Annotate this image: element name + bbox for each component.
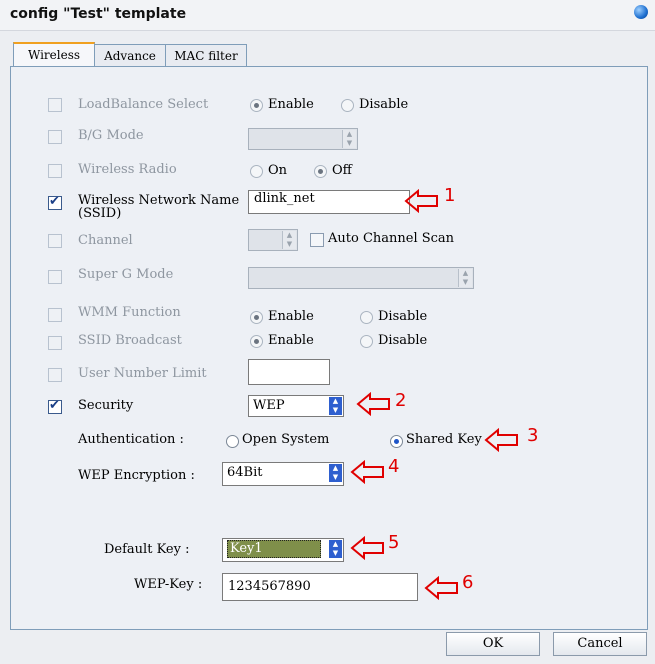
- ssid-broadcast-checkbox[interactable]: [48, 336, 62, 350]
- wep-encryption-select-value: 64Bit: [227, 465, 263, 480]
- security-checkbox[interactable]: [48, 398, 62, 414]
- load-balance-disable-radio[interactable]: [341, 99, 354, 112]
- wmm-label: WMM Function: [78, 305, 181, 320]
- wmm-checkbox[interactable]: [48, 308, 62, 322]
- security-select[interactable]: WEP ▲ ▼: [248, 395, 344, 417]
- annotation-arrow-5-icon: [350, 536, 384, 560]
- authentication-label: Authentication :: [78, 432, 184, 447]
- annotation-number-6: 6: [462, 572, 474, 593]
- wireless-radio-off-label: Off: [332, 163, 352, 178]
- ssid-broadcast-enable-radio[interactable]: [250, 335, 263, 348]
- wmm-disable-label: Disable: [378, 309, 428, 324]
- bg-mode-select-arrow-icon: ▲ ▼: [342, 130, 356, 148]
- window-title: config "Test" template: [10, 6, 187, 22]
- default-key-select[interactable]: Key1 ▲ ▼: [222, 538, 344, 562]
- wmm-disable-radio[interactable]: [360, 311, 373, 324]
- annotation-number-4: 4: [388, 456, 400, 477]
- annotation-arrow-2-icon: [356, 392, 390, 416]
- ssid-broadcast-enable-label: Enable: [268, 333, 314, 348]
- wireless-radio-on-label: On: [268, 163, 288, 178]
- wep-key-label: WEP-Key :: [134, 577, 203, 592]
- bg-mode-select[interactable]: ▲ ▼: [248, 128, 358, 150]
- globe-icon[interactable]: [634, 5, 648, 19]
- annotation-arrow-6-icon: [424, 576, 458, 600]
- super-g-checkbox[interactable]: [48, 270, 62, 284]
- auth-open-system-radio[interactable]: [226, 435, 239, 448]
- auth-shared-key-radio[interactable]: [390, 435, 403, 448]
- ssid-label-line2: (SSID): [78, 206, 122, 221]
- channel-select[interactable]: ▲ ▼: [248, 229, 298, 251]
- annotation-number-3: 3: [527, 425, 539, 446]
- ssid-broadcast-label: SSID Broadcast: [78, 333, 182, 348]
- annotation-arrow-3-icon: [484, 428, 518, 452]
- load-balance-label: LoadBalance Select: [78, 97, 209, 112]
- ssid-checkbox[interactable]: [48, 194, 62, 210]
- tab-wireless[interactable]: Wireless: [13, 42, 95, 69]
- wep-encryption-select-arrow-icon: ▲ ▼: [329, 464, 342, 482]
- default-key-select-value: Key1: [227, 540, 321, 558]
- load-balance-enable-radio[interactable]: [250, 99, 263, 112]
- channel-checkbox[interactable]: [48, 234, 62, 248]
- user-limit-label: User Number Limit: [78, 366, 207, 381]
- default-key-select-arrow-icon: ▲ ▼: [329, 540, 342, 558]
- super-g-label: Super G Mode: [78, 267, 174, 282]
- auth-open-system-label: Open System: [242, 432, 330, 447]
- wmm-enable-label: Enable: [268, 309, 314, 324]
- ok-button[interactable]: OK: [446, 632, 540, 656]
- annotation-number-1: 1: [444, 185, 456, 206]
- wep-encryption-label: WEP Encryption :: [78, 468, 195, 483]
- default-key-label: Default Key :: [104, 542, 190, 557]
- wireless-radio-checkbox[interactable]: [48, 164, 62, 178]
- auth-shared-key-label: Shared Key: [406, 432, 482, 447]
- wep-encryption-select[interactable]: 64Bit ▲ ▼: [222, 462, 344, 486]
- title-bar: config "Test" template: [0, 0, 655, 31]
- load-balance-checkbox[interactable]: [48, 98, 62, 112]
- load-balance-enable-label: Enable: [268, 97, 314, 112]
- ssid-broadcast-disable-radio[interactable]: [360, 335, 373, 348]
- security-select-arrow-icon: ▲ ▼: [329, 397, 342, 415]
- user-limit-checkbox[interactable]: [48, 368, 62, 382]
- channel-label: Channel: [78, 233, 133, 248]
- security-select-value: WEP: [253, 398, 285, 413]
- cancel-button[interactable]: Cancel: [553, 632, 647, 656]
- auto-channel-scan-label: Auto Channel Scan: [328, 231, 455, 246]
- annotation-number-5: 5: [388, 532, 400, 553]
- user-limit-input[interactable]: [248, 359, 330, 385]
- tab-mac-filter[interactable]: MAC filter: [165, 44, 247, 67]
- annotation-arrow-1-icon: [404, 189, 438, 213]
- wmm-enable-radio[interactable]: [250, 311, 263, 324]
- wep-key-input[interactable]: 1234567890: [222, 573, 418, 601]
- super-g-select[interactable]: ▲ ▼: [248, 267, 474, 289]
- wireless-radio-on-radio[interactable]: [250, 165, 263, 178]
- bg-mode-label: B/G Mode: [78, 128, 144, 143]
- ssid-broadcast-disable-label: Disable: [378, 333, 428, 348]
- super-g-select-arrow-icon: ▲ ▼: [458, 269, 472, 287]
- wireless-radio-label: Wireless Radio: [78, 162, 177, 177]
- auto-channel-scan-checkbox[interactable]: [310, 233, 324, 247]
- channel-select-arrow-icon: ▲ ▼: [282, 231, 296, 249]
- ssid-input[interactable]: dlink_net: [248, 190, 410, 214]
- annotation-arrow-4-icon: [350, 460, 384, 484]
- wireless-radio-off-radio[interactable]: [314, 165, 327, 178]
- annotation-number-2: 2: [395, 390, 407, 411]
- load-balance-disable-label: Disable: [359, 97, 409, 112]
- tab-advance[interactable]: Advance: [94, 44, 166, 67]
- security-label: Security: [78, 398, 134, 413]
- bg-mode-checkbox[interactable]: [48, 130, 62, 144]
